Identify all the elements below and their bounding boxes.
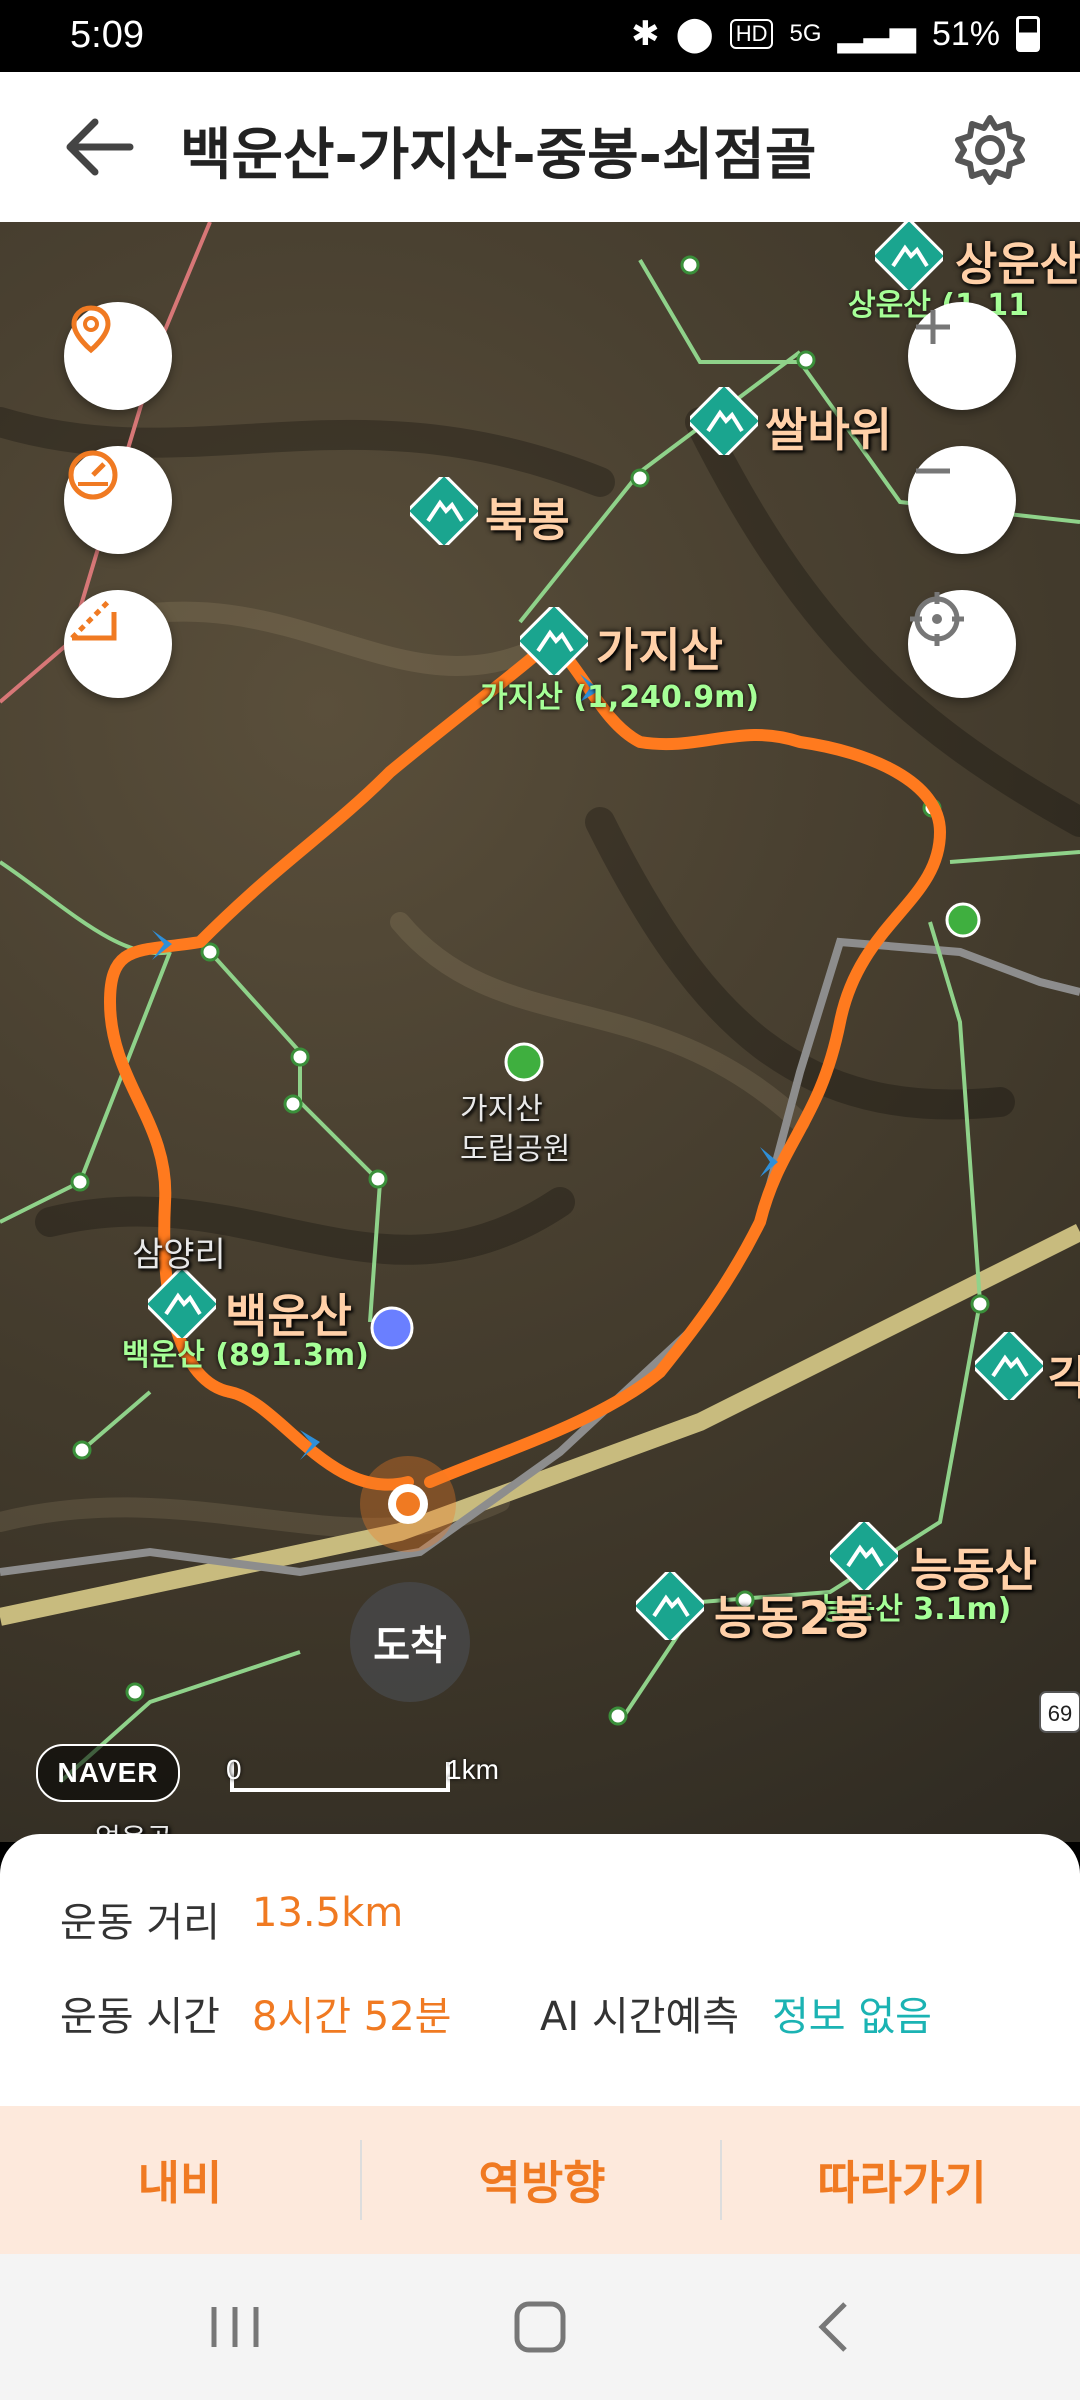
my-location-button[interactable] bbox=[64, 302, 172, 410]
crosshair-icon bbox=[910, 592, 964, 646]
navi-button[interactable]: 내비 bbox=[0, 2106, 360, 2254]
peak-label-neungdong-2bong: 능동2봉 bbox=[714, 1591, 873, 1645]
battery-text: 51% bbox=[931, 14, 1000, 53]
mountain-icon-gaji-san[interactable] bbox=[520, 607, 588, 675]
recent-apps-icon[interactable] bbox=[200, 2292, 270, 2362]
scale-end: 1km bbox=[446, 1754, 499, 1785]
time-label: 운동 시간 bbox=[60, 1994, 220, 2040]
bluetooth-icon: ✱ bbox=[631, 15, 660, 53]
ai-time-label: AI 시간예측 bbox=[540, 1994, 740, 2040]
app-header: 백운산-가지산-중봉-쇠점골 bbox=[0, 72, 1080, 224]
naver-logo: NAVER bbox=[36, 1744, 180, 1802]
recenter-button[interactable] bbox=[908, 590, 1016, 698]
reverse-button[interactable]: 역방향 bbox=[362, 2106, 722, 2254]
mountain-icon-ssal-bawi[interactable] bbox=[690, 387, 758, 455]
zoom-in-button[interactable] bbox=[908, 302, 1016, 410]
distance-label: 운동 거리 bbox=[60, 1900, 220, 1946]
map-view[interactable]: 69 상운산 상운산 (1,11 쌀바위 북봉 가지산 가지산 (1,240.9… bbox=[0, 222, 1080, 1842]
minus-icon bbox=[916, 468, 950, 474]
peak-label-gaji-san: 가지산 bbox=[596, 623, 723, 677]
mountain-icon-baegun-san[interactable] bbox=[148, 1270, 216, 1338]
ai-time-value: 정보 없음 bbox=[772, 1994, 932, 2040]
location-icon: ⬤ bbox=[675, 15, 714, 53]
gear-icon bbox=[955, 115, 1025, 185]
action-bar: 내비 역방향 따라가기 bbox=[0, 2106, 1080, 2254]
signal-icon: ▂▃▅ bbox=[837, 15, 916, 53]
slope-icon bbox=[70, 600, 117, 641]
elevation-button[interactable] bbox=[64, 590, 172, 698]
arrival-marker[interactable]: 도착 bbox=[350, 1582, 470, 1702]
follow-button[interactable]: 따라가기 bbox=[722, 2106, 1080, 2254]
status-icons: ✱ ⬤ HD 5G ▂▃▅ 51% bbox=[631, 14, 1040, 54]
mountain-icon-buk-bong[interactable] bbox=[410, 477, 478, 545]
park-name-line2: 도립공원 bbox=[460, 1132, 571, 1167]
speed-button[interactable] bbox=[64, 446, 172, 554]
back-nav-icon[interactable] bbox=[800, 2292, 870, 2362]
mountain-icon-neungdong-san[interactable] bbox=[830, 1522, 898, 1590]
zoom-out-button[interactable] bbox=[908, 446, 1016, 554]
distance-value: 13.5km bbox=[252, 1890, 404, 1936]
speedometer-icon bbox=[68, 450, 118, 500]
road-number: 69 bbox=[1048, 1701, 1072, 1726]
village-label: 삼양리 bbox=[132, 1235, 226, 1275]
peak-label-gak: 각 bbox=[1048, 1351, 1080, 1405]
settings-button[interactable] bbox=[950, 110, 1030, 190]
route-info-panel: 운동 거리 13.5km 운동 시간 8시간 52분 AI 시간예측 정보 없음 bbox=[0, 1834, 1080, 2106]
status-time: 5:09 bbox=[70, 14, 144, 56]
time-value: 8시간 52분 bbox=[252, 1994, 452, 2040]
peak-elev-baegun-san: 백운산 (891.3m) bbox=[122, 1338, 369, 1373]
scale-start: 0 bbox=[226, 1754, 242, 1785]
battery-icon bbox=[1016, 16, 1040, 52]
location-pin-icon bbox=[71, 305, 111, 354]
mountain-icon-neungdong-2bong[interactable] bbox=[636, 1572, 704, 1640]
park-name-line1: 가지산 bbox=[460, 1092, 543, 1127]
system-nav-bar bbox=[0, 2254, 1080, 2400]
status-bar: 5:09 ✱ ⬤ HD 5G ▂▃▅ 51% bbox=[0, 0, 1080, 72]
plus-icon bbox=[916, 310, 950, 344]
peak-label-ssal-bawi: 쌀바위 bbox=[765, 403, 892, 457]
peak-label-buk-bong: 북봉 bbox=[485, 493, 570, 547]
page-title: 백운산-가지산-중봉-쇠점골 bbox=[180, 123, 817, 188]
back-button[interactable] bbox=[60, 117, 150, 177]
back-arrow-icon bbox=[66, 118, 134, 176]
mountain-icon-gak[interactable] bbox=[975, 1332, 1043, 1400]
peak-elev-gaji-san: 가지산 (1,240.9m) bbox=[480, 680, 760, 715]
hd-voice-icon: HD bbox=[729, 19, 774, 49]
network-icon: 5G bbox=[789, 20, 822, 47]
home-icon[interactable] bbox=[505, 2292, 575, 2362]
